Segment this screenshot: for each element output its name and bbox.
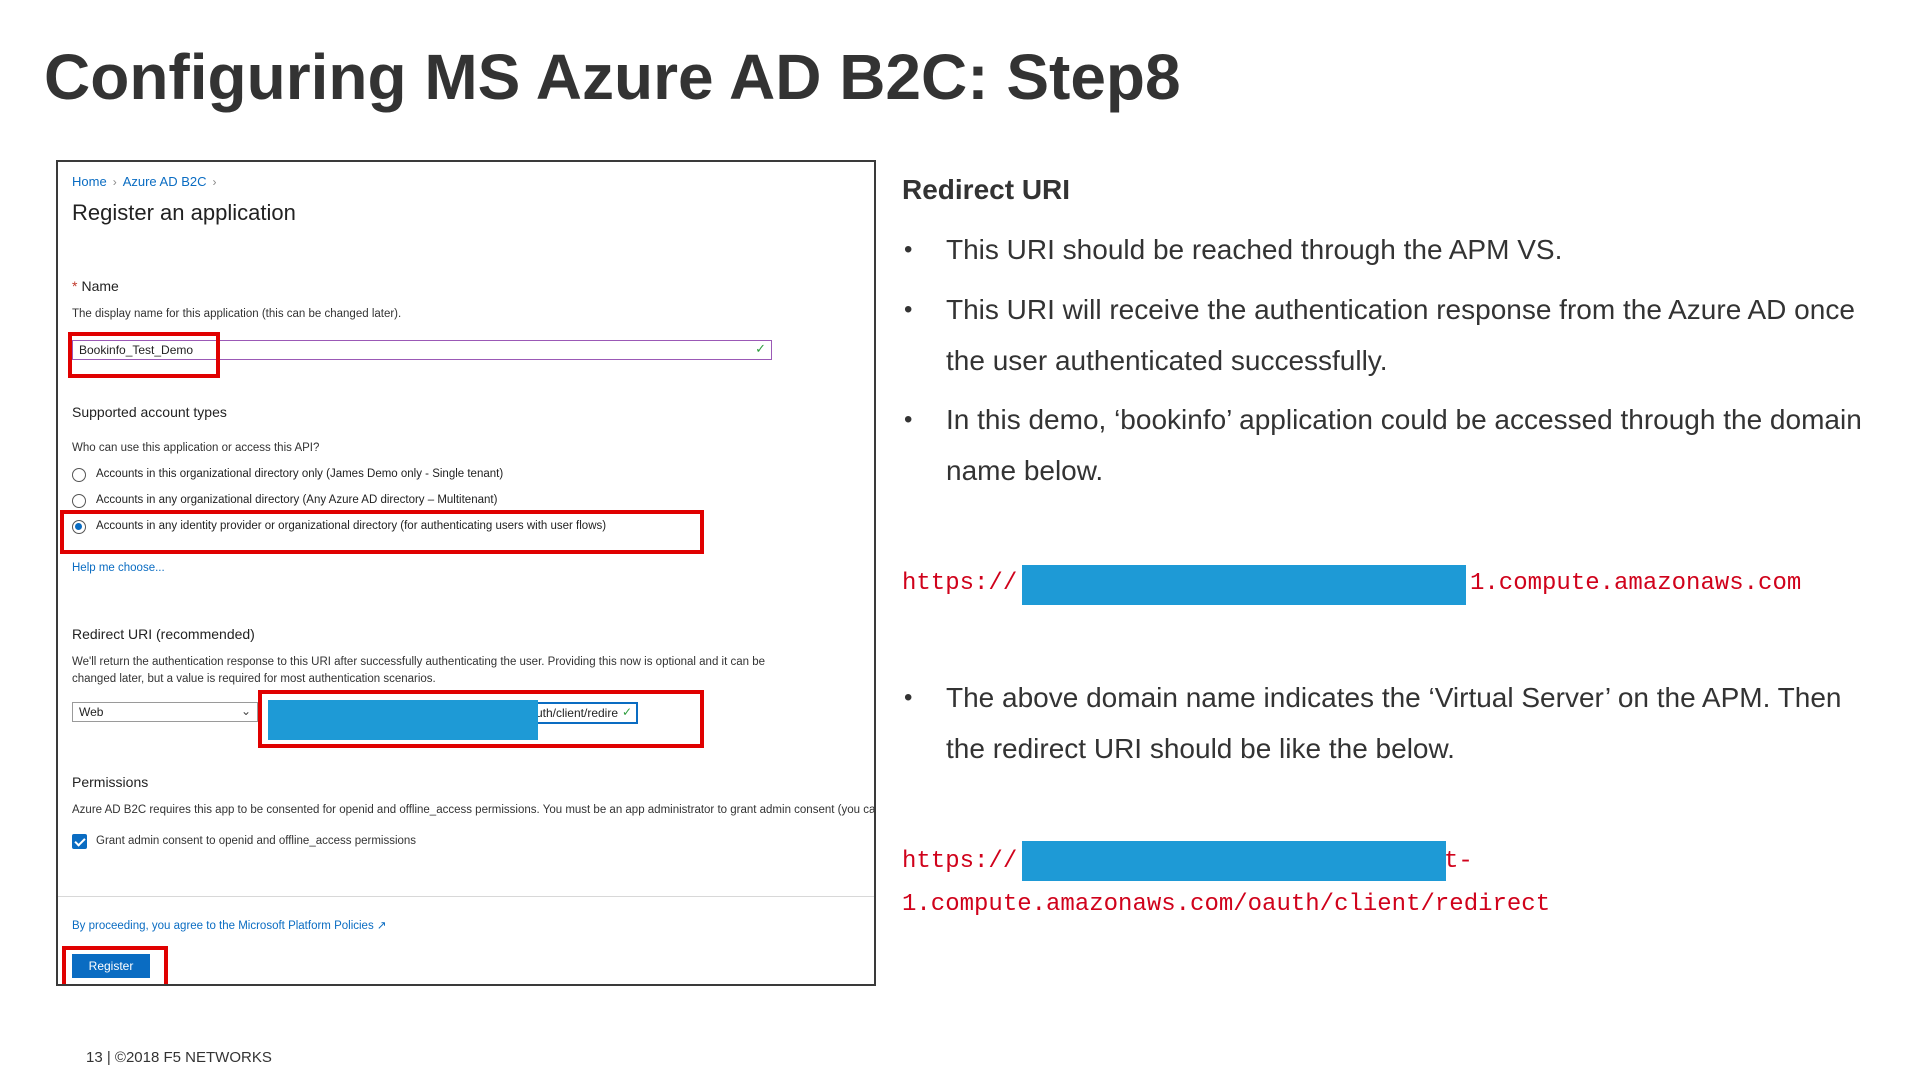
bullet-text-2: This URI will receive the authentication… [946,294,1855,376]
admin-consent-checkbox[interactable] [72,834,87,849]
page-title: Register an application [72,200,296,225]
name-label-text: Name [81,278,119,294]
url1-prefix: https:// [902,570,1018,597]
url2-prefix: https:// [902,848,1018,875]
radio-multitenant-label: Accounts in any organizational directory… [96,494,498,506]
breadcrumb-home[interactable]: Home [72,174,107,189]
chevron-right-icon: › [212,175,217,189]
bullet-marker: • [904,236,913,263]
bullet-text-4: The above domain name indicates the ‘Vir… [946,682,1842,764]
radio-single-tenant-label: Accounts in this organizational director… [96,468,504,480]
account-types-question: Who can use this application or access t… [72,442,320,454]
help-me-choose-link[interactable]: Help me choose... [72,562,165,574]
divider [58,896,874,897]
platform-policies-text: By proceeding, you agree to the Microsof… [72,920,374,932]
highlight-name-field [68,332,220,378]
bullet-text-1: This URI should be reached through the A… [946,234,1563,265]
platform-select-value: Web [79,705,104,719]
breadcrumb: Home › Azure AD B2C › [72,174,223,189]
redaction-box [1022,841,1446,881]
bullet-marker: • [904,296,913,323]
url2-suffix-line1: t- [1444,848,1473,875]
radio-single-tenant[interactable] [72,468,86,482]
permissions-help: Azure AD B2C requires this app to be con… [72,804,876,816]
slide-footer: 13 | ©2018 F5 NETWORKS [86,1049,272,1066]
permissions-label: Permissions [72,774,149,790]
chevron-right-icon: › [112,175,117,189]
redaction-box [1022,565,1466,605]
redirect-help-line2: changed later, but a value is required f… [72,673,436,685]
chevron-down-icon: ⌄ [240,704,251,718]
name-help: The display name for this application (t… [72,308,402,320]
admin-consent-label: Grant admin consent to openid and offlin… [96,835,417,847]
highlight-redirect-uri [258,690,704,748]
redirect-help-line1: We'll return the authentication response… [72,656,766,668]
highlight-register-button [62,946,168,984]
bullet-text-3: In this demo, ‘bookinfo’ application cou… [946,404,1862,486]
url1-suffix: 1.compute.amazonaws.com [1470,570,1802,597]
account-types-label: Supported account types [72,404,227,420]
url2-line2: 1.compute.amazonaws.com/oauth/client/red… [902,891,1551,918]
breadcrumb-azure-ad-b2c[interactable]: Azure AD B2C [123,174,207,189]
platform-select[interactable]: Web ⌄ [72,702,258,722]
bullet-marker: • [904,406,913,433]
slide-title: Configuring MS Azure AD B2C: Step8 [44,41,1181,113]
radio-multitenant[interactable] [72,494,86,508]
platform-policies-link[interactable]: By proceeding, you agree to the Microsof… [72,918,387,932]
notes-heading: Redirect URI [902,174,1071,205]
required-mark: * [72,278,78,294]
checkmark-icon: ✓ [755,341,766,356]
external-link-icon: ↗ [376,920,387,932]
highlight-account-type [60,510,704,554]
redirect-uri-label: Redirect URI (recommended) [72,626,255,642]
name-label: * Name [72,278,119,294]
bullet-marker: • [904,684,913,711]
portal-screenshot: Home › Azure AD B2C › Register an applicati… [56,160,876,986]
